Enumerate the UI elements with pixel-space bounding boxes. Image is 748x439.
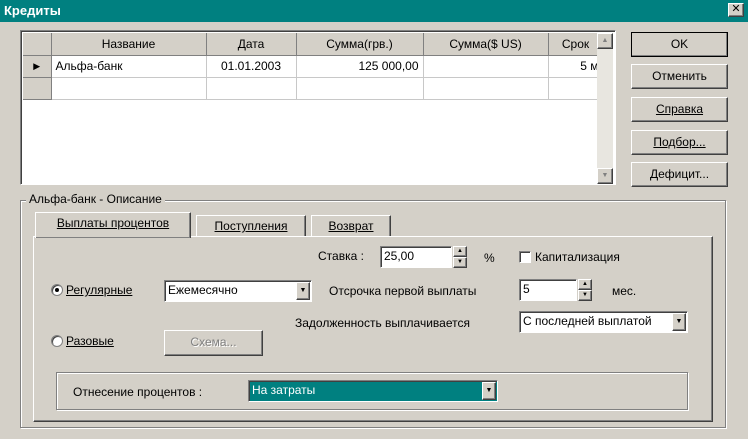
table-header-row: Название Дата Сумма(грв.) Сумма($ US) Ср…: [23, 33, 604, 56]
column-header-term[interactable]: Срок: [548, 33, 604, 56]
title-bar: Кредиты ✕: [0, 0, 748, 22]
credits-table: Название Дата Сумма(грв.) Сумма($ US) Ср…: [23, 33, 604, 100]
help-button[interactable]: Справка: [631, 97, 728, 122]
row-indicator-header: [23, 33, 52, 56]
cell-empty[interactable]: [296, 77, 424, 100]
row-indicator-icon: ▶: [23, 55, 52, 78]
tab-repayment[interactable]: Возврат: [311, 215, 391, 237]
column-header-sum-usd[interactable]: Сумма($ US): [423, 33, 549, 56]
vertical-scrollbar[interactable]: ▲ ▼: [597, 33, 613, 184]
column-header-sum-uah[interactable]: Сумма(грв.): [296, 33, 424, 56]
window-title: Кредиты: [4, 3, 61, 18]
table-row[interactable]: ▶ Альфа-банк 01.01.2003 125 000,00 5 м: [23, 55, 604, 78]
cell-date[interactable]: 01.01.2003: [206, 55, 297, 78]
cell-term[interactable]: 5 м: [548, 55, 604, 78]
deficit-button[interactable]: Дефицит...: [631, 162, 728, 187]
cell-name[interactable]: Альфа-банк: [51, 55, 207, 78]
tab-panel: [33, 236, 713, 422]
cell-empty[interactable]: [423, 77, 549, 100]
tab-label: Возврат: [328, 219, 374, 233]
close-icon: ✕: [731, 3, 741, 15]
table-row-empty[interactable]: [23, 77, 604, 100]
tab-receipts[interactable]: Поступления: [196, 215, 306, 237]
tab-label: Выплаты процентов: [56, 216, 170, 230]
cell-sum-usd[interactable]: [423, 55, 549, 78]
column-header-name[interactable]: Название: [51, 33, 207, 56]
row-indicator-empty: [23, 77, 52, 100]
group-label: Альфа-банк - Описание: [26, 192, 165, 206]
ok-button[interactable]: OK: [631, 32, 728, 57]
credits-grid[interactable]: Название Дата Сумма(грв.) Сумма($ US) Ср…: [20, 30, 616, 185]
tab-label: Поступления: [214, 219, 288, 233]
cell-empty[interactable]: [206, 77, 297, 100]
cell-empty[interactable]: [51, 77, 207, 100]
cell-sum-uah[interactable]: 125 000,00: [296, 55, 424, 78]
scroll-down-icon[interactable]: ▼: [597, 168, 613, 184]
selection-button[interactable]: Подбор...: [631, 130, 728, 155]
cancel-button[interactable]: Отменить: [631, 64, 728, 89]
scroll-up-icon[interactable]: ▲: [597, 33, 613, 49]
column-header-date[interactable]: Дата: [206, 33, 297, 56]
cell-empty[interactable]: [548, 77, 604, 100]
tab-interest-payments[interactable]: Выплаты процентов: [35, 212, 191, 238]
close-button[interactable]: ✕: [728, 3, 744, 17]
